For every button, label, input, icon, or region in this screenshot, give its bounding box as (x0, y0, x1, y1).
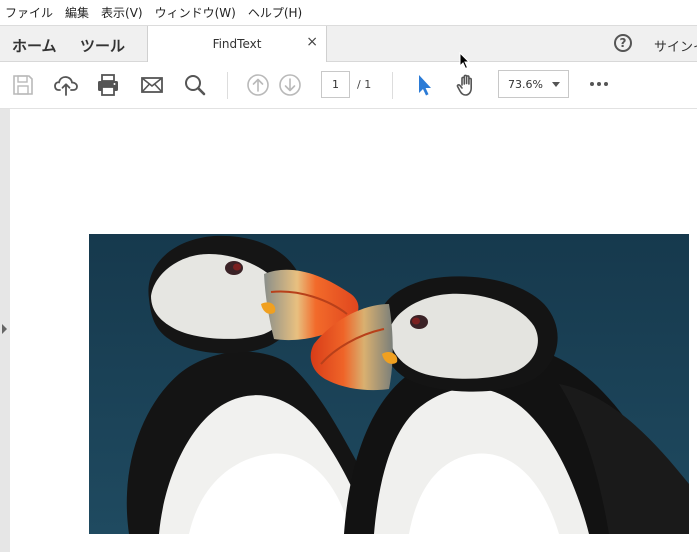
toolbar-separator (227, 72, 228, 99)
more-icon[interactable] (589, 82, 611, 88)
page-total: / 1 (357, 78, 372, 91)
menu-bar: ファイル 編集 表示(V) ウィンドウ(W) ヘルプ(H) (0, 0, 697, 26)
help-icon[interactable]: ? (614, 34, 632, 52)
signin-link[interactable]: サインイ (654, 36, 697, 55)
search-icon[interactable] (182, 72, 208, 98)
tab-home[interactable]: ホーム (12, 35, 57, 56)
menu-window[interactable]: ウィンドウ(W) (150, 4, 243, 21)
tab-tools[interactable]: ツール (80, 35, 125, 56)
select-tool-icon[interactable] (412, 72, 438, 98)
toolbar-separator (392, 72, 393, 99)
close-tab-icon[interactable]: × (306, 35, 318, 49)
print-icon[interactable] (95, 72, 121, 98)
previous-page-icon[interactable] (245, 72, 271, 98)
email-icon[interactable] (139, 72, 165, 98)
page-number-input[interactable]: 1 (321, 71, 350, 98)
save-icon[interactable] (10, 72, 36, 98)
zoom-value: 73.6% (508, 78, 543, 91)
expand-panel-icon (2, 324, 7, 334)
mouse-cursor-icon (459, 51, 471, 70)
left-panel-toggle[interactable] (0, 109, 10, 552)
chevron-down-icon (552, 82, 560, 87)
upload-cloud-icon[interactable] (53, 72, 79, 98)
tab-bar: ホーム ツール FindText × ? サインイ (0, 26, 697, 62)
menu-view[interactable]: 表示(V) (96, 4, 150, 21)
document-image (89, 234, 689, 539)
zoom-select[interactable]: 73.6% (498, 70, 569, 98)
menu-edit[interactable]: 編集 (60, 4, 96, 21)
tab-document[interactable]: FindText × (147, 26, 327, 62)
toolbar: 1 / 1 73.6% (0, 62, 697, 109)
next-page-icon[interactable] (277, 72, 303, 98)
menu-help[interactable]: ヘルプ(H) (243, 4, 309, 21)
hand-tool-icon[interactable] (454, 72, 480, 98)
menu-file[interactable]: ファイル (0, 4, 60, 21)
document-tab-title: FindText (212, 37, 262, 51)
